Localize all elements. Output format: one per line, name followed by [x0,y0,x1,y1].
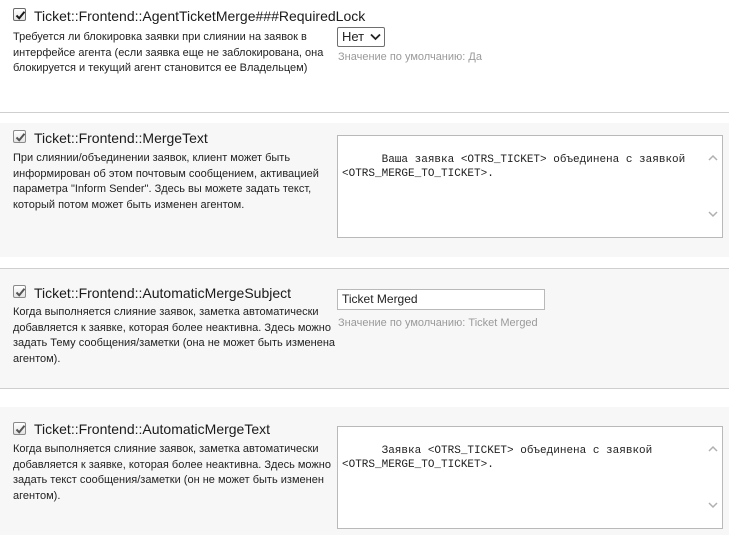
setting-description: При слиянии/объединении заявок, клиент м… [13,152,319,211]
setting-description: Когда выполняется слияние заявок, заметк… [13,443,331,502]
default-value-note: Значение по умолчанию: Да [338,51,482,63]
sysconfig-settings-page: Ticket::Frontend::AgentTicketMerge###Req… [0,0,729,535]
enable-checkbox[interactable] [13,285,26,298]
checkmark-icon [15,425,26,434]
setting-description: Требуется ли блокировка заявки при слиян… [13,31,324,74]
checkmark-icon [15,11,26,20]
setting-title: Ticket::Frontend::MergeText [34,130,208,146]
setting-merge-text: Ticket::Frontend::MergeText При слиянии/… [0,123,729,257]
divider [0,388,729,389]
setting-automatic-merge-subject: Ticket::Frontend::AutomaticMergeSubject … [0,269,729,388]
enable-checkbox[interactable] [13,130,26,143]
scroll-up-icon[interactable] [708,154,718,161]
merge-subject-input[interactable]: Ticket Merged [337,289,545,310]
checkmark-icon [15,133,26,142]
merge-text-textarea[interactable]: Ваша заявка <OTRS_TICKET> объединена с з… [337,135,723,238]
setting-required-lock: Ticket::Frontend::AgentTicketMerge###Req… [0,0,729,112]
setting-description: Когда выполняется слияние заявок, заметк… [13,306,336,365]
scroll-down-icon[interactable] [708,502,718,509]
textarea-value: Ваша заявка <OTRS_TICKET> объединена с з… [342,154,686,180]
input-value: Ticket Merged [342,292,418,306]
enable-checkbox[interactable] [13,8,26,21]
select-value: Нет [342,29,365,44]
scroll-up-icon[interactable] [708,445,718,452]
scroll-down-icon[interactable] [708,211,718,218]
merge-text-textarea[interactable]: Заявка <OTRS_TICKET> объединена с заявко… [337,426,723,529]
divider [0,112,729,113]
setting-title: Ticket::Frontend::AgentTicketMerge###Req… [34,8,366,24]
textarea-value: Заявка <OTRS_TICKET> объединена с заявко… [342,445,653,471]
setting-title: Ticket::Frontend::AutomaticMergeText [34,421,271,437]
default-value-note: Значение по умолчанию: Ticket Merged [338,317,538,329]
required-lock-select[interactable]: Нет [337,27,385,47]
chevron-down-icon [370,33,381,41]
setting-automatic-merge-text: Ticket::Frontend::AutomaticMergeText Ког… [0,407,729,535]
checkmark-icon [15,288,26,297]
enable-checkbox[interactable] [13,422,26,435]
setting-title: Ticket::Frontend::AutomaticMergeSubject [34,285,292,301]
